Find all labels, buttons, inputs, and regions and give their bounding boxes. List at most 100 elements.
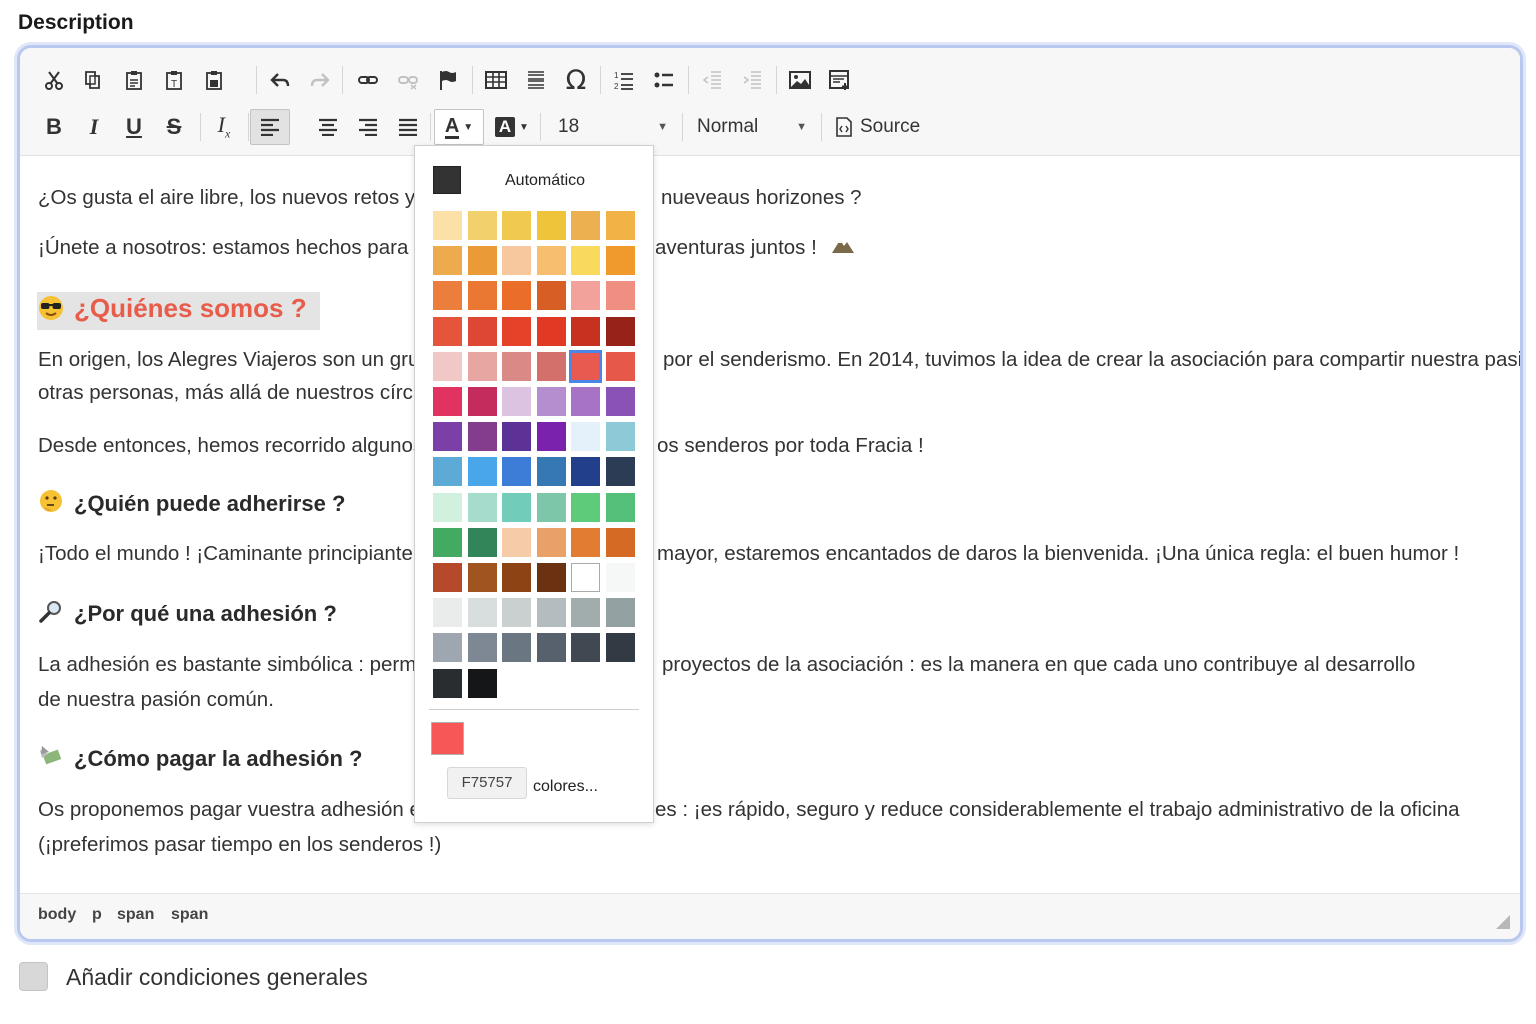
color-swatch[interactable] [605, 316, 635, 346]
path-crumb[interactable]: body [38, 906, 76, 924]
color-swatch[interactable] [433, 246, 462, 276]
bold-button[interactable]: B [36, 109, 72, 145]
color-swatch[interactable] [571, 527, 600, 557]
table-icon[interactable] [478, 62, 514, 98]
color-swatch[interactable] [571, 387, 600, 416]
paste-icon[interactable] [116, 62, 152, 98]
color-swatch[interactable] [536, 316, 566, 346]
color-swatch[interactable] [433, 316, 462, 346]
terms-checkbox[interactable] [19, 962, 48, 991]
color-swatch[interactable] [502, 422, 531, 452]
anchor-flag-icon[interactable] [430, 62, 466, 98]
align-right-icon[interactable] [350, 109, 386, 145]
font-size-select[interactable]: 18 ▼ [558, 109, 674, 145]
color-swatch[interactable] [605, 422, 635, 452]
color-swatch[interactable] [467, 246, 497, 276]
color-swatch[interactable] [467, 351, 497, 381]
color-swatch[interactable] [502, 563, 531, 592]
color-swatch[interactable] [502, 351, 531, 381]
more-colors-link[interactable]: colores... [533, 778, 598, 796]
resize-handle-icon[interactable] [1496, 915, 1510, 929]
align-left-icon[interactable] [250, 109, 290, 145]
color-swatch[interactable] [467, 527, 497, 557]
color-swatch[interactable] [536, 457, 566, 487]
decrease-indent-icon[interactable] [694, 62, 730, 98]
color-swatch[interactable] [502, 387, 531, 416]
color-swatch[interactable] [536, 527, 566, 557]
bulleted-list-icon[interactable] [646, 62, 682, 98]
color-swatch[interactable] [433, 351, 462, 381]
color-swatch[interactable] [605, 387, 635, 416]
numbered-list-icon[interactable]: 12 [606, 62, 642, 98]
color-swatch[interactable] [536, 492, 566, 522]
color-swatch[interactable] [605, 563, 635, 592]
color-swatch[interactable] [502, 211, 531, 240]
color-swatch[interactable] [571, 457, 600, 487]
color-swatch[interactable] [536, 246, 566, 276]
special-character-icon[interactable]: Ω [558, 62, 594, 98]
color-swatch[interactable] [433, 563, 462, 592]
source-button[interactable]: Source [835, 109, 925, 145]
align-justify-icon[interactable] [390, 109, 426, 145]
color-swatch[interactable] [502, 598, 531, 628]
color-swatch[interactable] [571, 316, 600, 346]
format-select[interactable]: Normal ▼ [697, 109, 813, 145]
strikethrough-button[interactable]: S [156, 109, 192, 145]
color-swatch[interactable] [433, 211, 462, 240]
color-swatch[interactable] [433, 527, 462, 557]
editor-content[interactable]: ¿Os gusta el aire libre, los nuevos reto… [20, 156, 1520, 893]
color-swatch[interactable] [536, 633, 566, 663]
color-swatch[interactable] [467, 387, 497, 416]
color-swatch[interactable] [433, 281, 462, 311]
italic-button[interactable]: I [76, 109, 112, 145]
undo-icon[interactable] [262, 62, 298, 98]
color-swatch[interactable] [536, 422, 566, 452]
color-swatch[interactable] [571, 563, 600, 592]
path-crumb[interactable]: span [171, 906, 208, 924]
link-icon[interactable] [350, 62, 386, 98]
color-swatch[interactable] [605, 527, 635, 557]
color-swatch[interactable] [467, 281, 497, 311]
background-color-button[interactable]: A ▼ [490, 109, 534, 145]
color-swatch[interactable] [467, 668, 497, 698]
color-swatch[interactable] [605, 246, 635, 276]
color-swatch[interactable] [433, 492, 462, 522]
horizontal-rule-icon[interactable] [518, 62, 554, 98]
color-swatch[interactable] [536, 563, 566, 592]
color-swatch[interactable] [467, 422, 497, 452]
template-icon[interactable] [822, 62, 858, 98]
path-crumb[interactable]: span [117, 906, 154, 924]
color-swatch[interactable] [571, 422, 600, 452]
color-swatch[interactable] [433, 598, 462, 628]
color-swatch[interactable] [569, 349, 602, 383]
hex-color-value[interactable]: F75757 [447, 767, 527, 799]
color-swatch[interactable] [605, 633, 635, 663]
color-swatch[interactable] [467, 211, 497, 240]
color-swatch[interactable] [433, 633, 462, 663]
increase-indent-icon[interactable] [734, 62, 770, 98]
color-swatch[interactable] [433, 422, 462, 452]
automatic-color-option[interactable]: Automático [415, 164, 653, 198]
color-swatch[interactable] [433, 668, 462, 698]
remove-format-icon[interactable]: Ix [206, 109, 242, 145]
color-swatch[interactable] [536, 387, 566, 416]
color-swatch[interactable] [605, 351, 635, 381]
color-swatch[interactable] [536, 351, 566, 381]
color-swatch[interactable] [502, 527, 531, 557]
color-swatch[interactable] [571, 633, 600, 663]
color-swatch[interactable] [571, 598, 600, 628]
color-swatch[interactable] [502, 492, 531, 522]
color-swatch[interactable] [536, 281, 566, 311]
color-swatch[interactable] [467, 492, 497, 522]
color-swatch[interactable] [502, 316, 531, 346]
cut-icon[interactable] [36, 62, 72, 98]
color-swatch[interactable] [467, 633, 497, 663]
color-swatch[interactable] [605, 598, 635, 628]
color-swatch[interactable] [433, 387, 462, 416]
color-swatch[interactable] [571, 492, 600, 522]
color-swatch[interactable] [502, 281, 531, 311]
color-swatch[interactable] [571, 281, 600, 311]
color-swatch[interactable] [467, 457, 497, 487]
color-swatch[interactable] [536, 211, 566, 240]
text-color-button[interactable]: A ▼ [434, 109, 484, 145]
